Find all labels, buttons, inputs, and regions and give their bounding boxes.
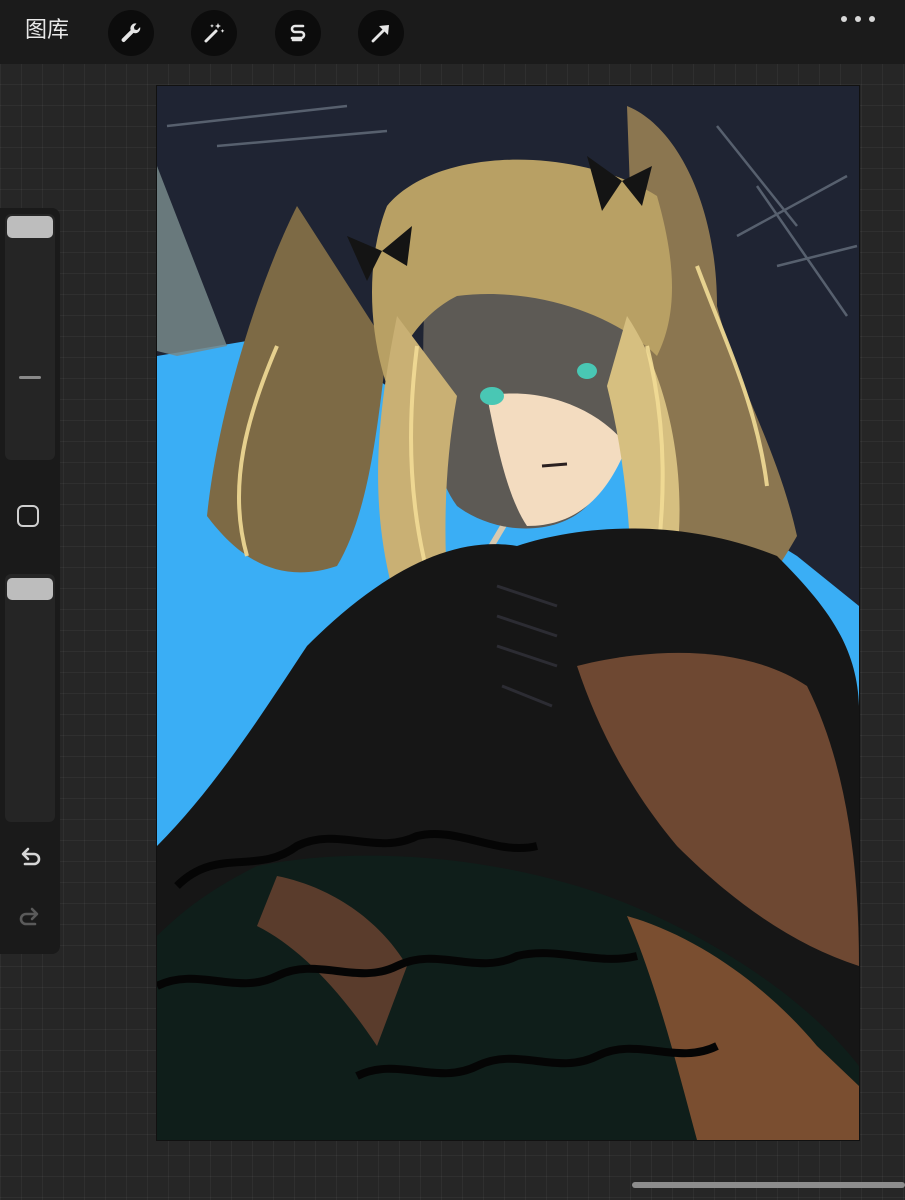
left-sidebar xyxy=(0,208,60,954)
drawing-canvas[interactable] xyxy=(157,86,859,1140)
move-arrow-icon xyxy=(371,25,389,43)
top-toolbar: 图库 xyxy=(0,0,905,64)
ellipsis-icon xyxy=(855,16,861,22)
more-options-button[interactable] xyxy=(841,12,875,26)
brush-size-handle[interactable] xyxy=(7,216,53,238)
gallery-button[interactable]: 图库 xyxy=(25,16,69,46)
undo-icon[interactable] xyxy=(16,844,44,872)
magic-wand-icon xyxy=(204,23,225,43)
left-eye xyxy=(480,387,504,405)
redo-icon[interactable] xyxy=(16,904,44,932)
ellipsis-icon xyxy=(869,16,875,22)
mouth xyxy=(541,462,568,468)
modify-button[interactable] xyxy=(17,505,39,527)
actions-button[interactable] xyxy=(108,10,154,56)
slider-tick-mark xyxy=(19,376,41,379)
ellipsis-icon xyxy=(841,16,847,22)
brush-size-slider[interactable] xyxy=(5,214,55,460)
right-eye xyxy=(577,363,597,379)
transform-button[interactable] xyxy=(358,10,404,56)
selection-s-icon xyxy=(290,24,306,42)
adjustments-button[interactable] xyxy=(191,10,237,56)
home-indicator xyxy=(632,1182,905,1188)
selection-button[interactable] xyxy=(275,10,321,56)
wrench-icon xyxy=(121,23,141,42)
opacity-slider[interactable] xyxy=(5,574,55,822)
opacity-handle[interactable] xyxy=(7,578,53,600)
